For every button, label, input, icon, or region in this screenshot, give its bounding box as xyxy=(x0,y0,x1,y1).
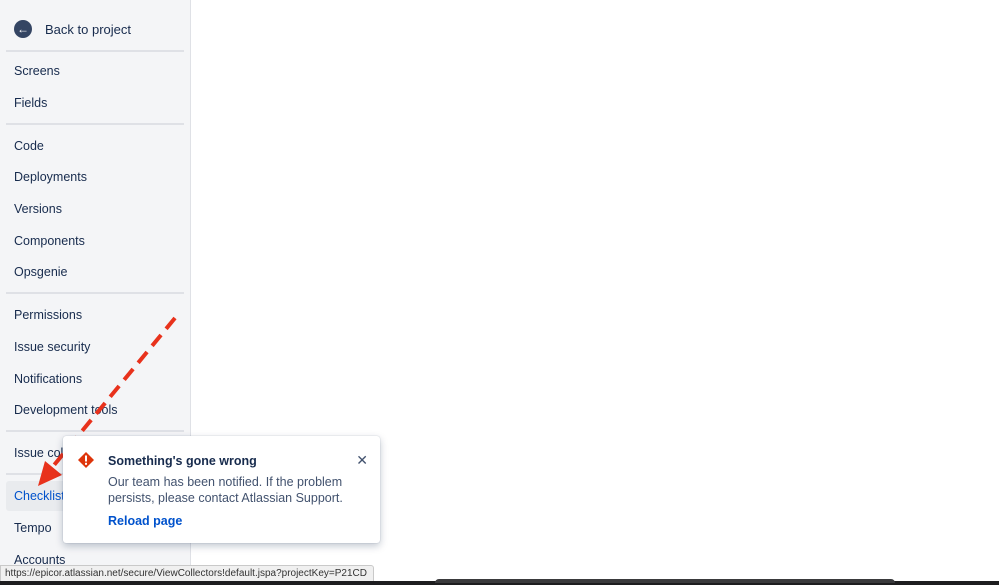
sidebar-divider xyxy=(6,292,184,294)
back-to-project-label: Back to project xyxy=(45,21,131,37)
sidebar-item-screens[interactable]: Screens xyxy=(6,56,184,86)
reload-page-link[interactable]: Reload page xyxy=(108,514,182,528)
close-icon[interactable]: ✕ xyxy=(356,453,368,467)
bottom-bar-tab xyxy=(435,579,895,583)
arrow-left-icon: ← xyxy=(14,20,32,38)
error-icon xyxy=(78,452,94,468)
sidebar-item-issue-security[interactable]: Issue security xyxy=(6,332,184,362)
error-flag-message: Our team has been notified. If the probl… xyxy=(108,475,343,505)
sidebar-divider xyxy=(6,50,184,52)
sidebar-item-components[interactable]: Components xyxy=(6,226,184,256)
sidebar-item-code[interactable]: Code xyxy=(6,131,184,161)
sidebar-divider xyxy=(6,123,184,125)
sidebar-item-development-tools[interactable]: Development tools xyxy=(6,395,184,425)
sidebar-item-versions[interactable]: Versions xyxy=(6,194,184,224)
sidebar-divider xyxy=(6,430,184,432)
back-to-project-link[interactable]: ← Back to project xyxy=(14,20,131,38)
error-flag-title: Something's gone wrong xyxy=(108,454,257,468)
sidebar-item-opsgenie[interactable]: Opsgenie xyxy=(6,257,184,287)
sidebar-item-fields[interactable]: Fields xyxy=(6,88,184,118)
sidebar-item-permissions[interactable]: Permissions xyxy=(6,300,184,330)
sidebar-item-notifications[interactable]: Notifications xyxy=(6,364,184,394)
error-flag: Something's gone wrong ✕ Our team has be… xyxy=(63,436,380,543)
sidebar-item-deployments[interactable]: Deployments xyxy=(6,162,184,192)
